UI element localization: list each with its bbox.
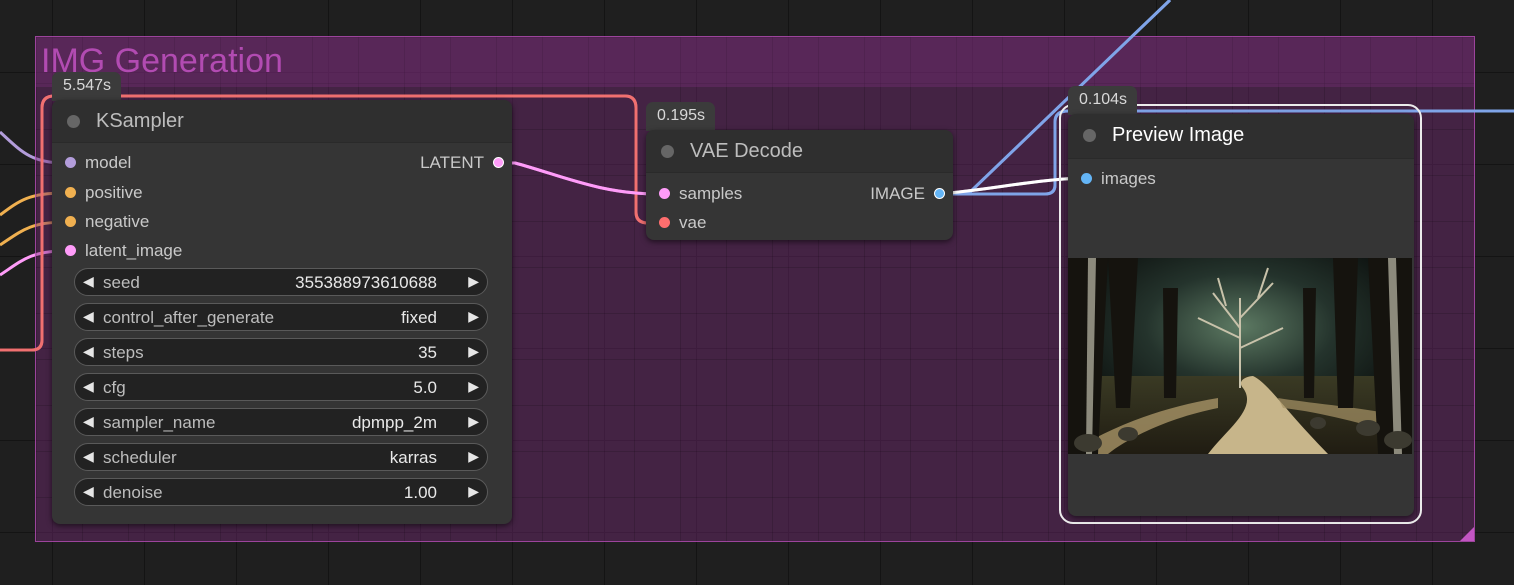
slot-label: IMAGE bbox=[870, 184, 925, 203]
ksampler-timer: 5.547s bbox=[52, 72, 122, 101]
input-slot-samples[interactable]: samples bbox=[650, 183, 742, 205]
slot-dot-icon[interactable] bbox=[659, 217, 670, 228]
input-slot-model[interactable]: model bbox=[56, 152, 131, 174]
widget-value[interactable]: 35 bbox=[418, 343, 437, 363]
slot-dot-icon[interactable] bbox=[65, 245, 76, 256]
decrement-arrow-icon[interactable]: ◀ bbox=[83, 308, 94, 325]
input-slot-images[interactable]: images bbox=[1072, 168, 1156, 190]
widget-cfg[interactable]: ◀ cfg 5.0 ▶ bbox=[74, 373, 488, 401]
widget-value[interactable]: fixed bbox=[401, 308, 437, 328]
decrement-arrow-icon[interactable]: ◀ bbox=[83, 483, 94, 500]
slot-dot-icon[interactable] bbox=[65, 187, 76, 198]
increment-arrow-icon[interactable]: ▶ bbox=[468, 413, 479, 430]
widget-control-after-generate[interactable]: ◀ control_after_generate fixed ▶ bbox=[74, 303, 488, 331]
slot-label: model bbox=[85, 153, 132, 172]
slot-label: LATENT bbox=[420, 153, 484, 172]
ksampler-node[interactable]: KSampler model positive negative latent_… bbox=[52, 100, 512, 524]
slot-label: images bbox=[1101, 169, 1156, 188]
widget-steps[interactable]: ◀ steps 35 ▶ bbox=[74, 338, 488, 366]
increment-arrow-icon[interactable]: ▶ bbox=[468, 483, 479, 500]
vae-decode-node[interactable]: VAE Decode samples vae IMAGE bbox=[646, 130, 953, 240]
widget-value[interactable]: 5.0 bbox=[413, 378, 437, 398]
increment-arrow-icon[interactable]: ▶ bbox=[468, 308, 479, 325]
widget-label: sampler_name bbox=[103, 413, 216, 432]
preview-image-header[interactable]: Preview Image bbox=[1068, 114, 1414, 159]
slot-label: vae bbox=[679, 213, 707, 232]
collapse-dot-icon[interactable] bbox=[67, 115, 80, 128]
widget-label: steps bbox=[103, 343, 144, 362]
slot-label: negative bbox=[85, 212, 150, 231]
widget-value[interactable]: karras bbox=[390, 448, 437, 468]
widget-label: denoise bbox=[103, 483, 163, 502]
increment-arrow-icon[interactable]: ▶ bbox=[468, 273, 479, 290]
widget-label: scheduler bbox=[103, 448, 177, 467]
widget-scheduler[interactable]: ◀ scheduler karras ▶ bbox=[74, 443, 488, 471]
increment-arrow-icon[interactable]: ▶ bbox=[468, 343, 479, 360]
widget-value[interactable]: 355388973610688 bbox=[295, 273, 437, 293]
increment-arrow-icon[interactable]: ▶ bbox=[468, 378, 479, 395]
slot-dot-icon[interactable] bbox=[1081, 173, 1092, 184]
widget-label: seed bbox=[103, 273, 140, 292]
widget-label: control_after_generate bbox=[103, 308, 275, 327]
widget-value[interactable]: dpmpp_2m bbox=[352, 413, 437, 433]
slot-label: latent_image bbox=[85, 241, 183, 260]
widget-seed[interactable]: ◀ seed 355388973610688 ▶ bbox=[74, 268, 488, 296]
forest-path-image bbox=[1068, 258, 1412, 454]
preview-image-title: Preview Image bbox=[1112, 124, 1245, 146]
wire-vae-bottom bbox=[0, 200, 44, 352]
slot-dot-icon[interactable] bbox=[934, 188, 945, 199]
slot-dot-icon[interactable] bbox=[659, 188, 670, 199]
generated-preview-image[interactable] bbox=[1068, 258, 1412, 454]
slot-label: samples bbox=[679, 184, 743, 203]
wire-latent-samples-overlay bbox=[497, 161, 659, 196]
slot-dot-icon[interactable] bbox=[493, 157, 504, 168]
vae-decode-title: VAE Decode bbox=[690, 140, 804, 162]
decrement-arrow-icon[interactable]: ◀ bbox=[83, 413, 94, 430]
widget-value[interactable]: 1.00 bbox=[404, 483, 437, 503]
slot-dot-icon[interactable] bbox=[65, 157, 76, 168]
vae-decode-header[interactable]: VAE Decode bbox=[646, 130, 953, 173]
decrement-arrow-icon[interactable]: ◀ bbox=[83, 273, 94, 290]
input-slot-positive[interactable]: positive bbox=[56, 182, 143, 204]
output-slot-latent[interactable]: LATENT bbox=[420, 152, 506, 174]
collapse-dot-icon[interactable] bbox=[661, 145, 674, 158]
ksampler-title: KSampler bbox=[96, 110, 184, 132]
collapse-dot-icon[interactable] bbox=[1083, 129, 1096, 142]
input-slot-negative[interactable]: negative bbox=[56, 211, 149, 233]
vae-decode-timer: 0.195s bbox=[646, 102, 716, 131]
widget-sampler-name[interactable]: ◀ sampler_name dpmpp_2m ▶ bbox=[74, 408, 488, 436]
widget-denoise[interactable]: ◀ denoise 1.00 ▶ bbox=[74, 478, 488, 506]
slot-dot-icon[interactable] bbox=[65, 216, 76, 227]
decrement-arrow-icon[interactable]: ◀ bbox=[83, 448, 94, 465]
output-slot-image[interactable]: IMAGE bbox=[870, 183, 947, 205]
input-slot-vae[interactable]: vae bbox=[650, 212, 706, 234]
ksampler-header[interactable]: KSampler bbox=[52, 100, 512, 143]
input-slot-latent-image[interactable]: latent_image bbox=[56, 240, 182, 262]
decrement-arrow-icon[interactable]: ◀ bbox=[83, 378, 94, 395]
widget-label: cfg bbox=[103, 378, 126, 397]
preview-image-timer: 0.104s bbox=[1068, 86, 1138, 115]
decrement-arrow-icon[interactable]: ◀ bbox=[83, 343, 94, 360]
increment-arrow-icon[interactable]: ▶ bbox=[468, 448, 479, 465]
slot-label: positive bbox=[85, 183, 143, 202]
